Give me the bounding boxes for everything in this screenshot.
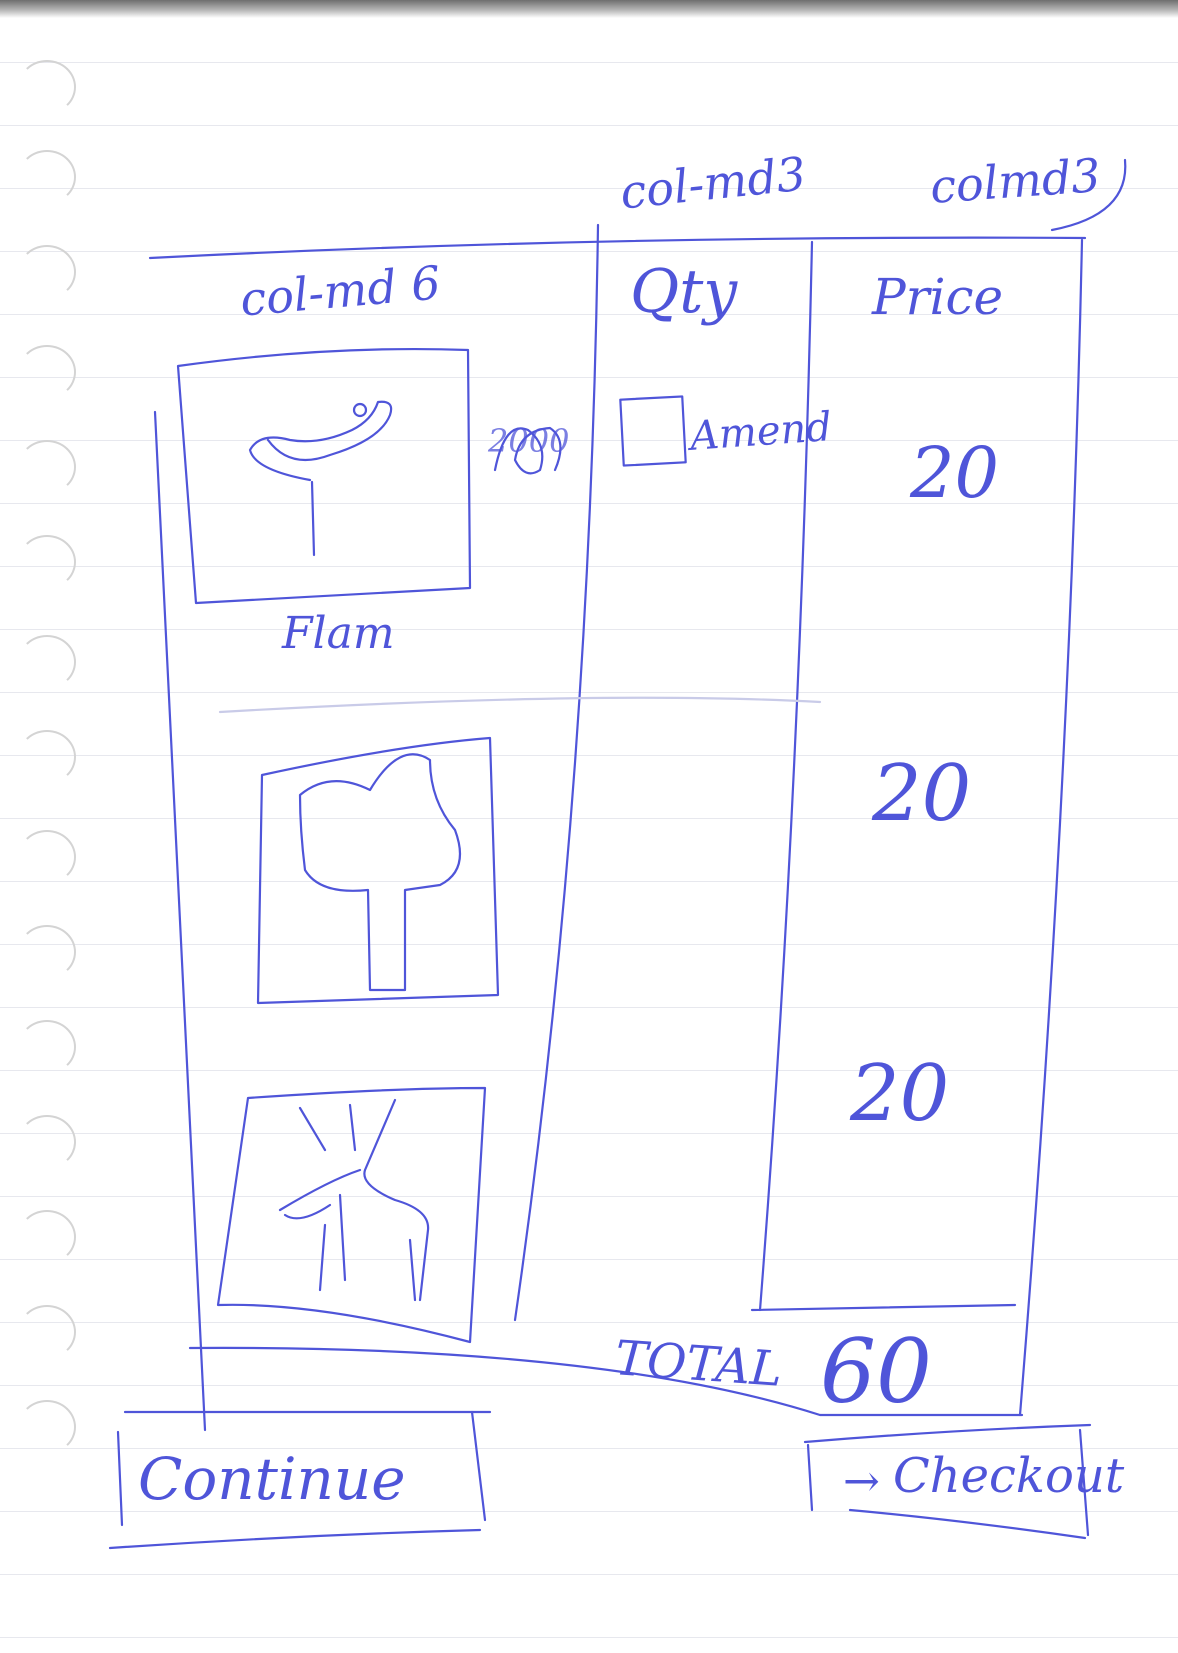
continue-button-label: Continue <box>138 1445 406 1513</box>
qty-column-header: Qty <box>630 257 738 327</box>
product-name: Flam <box>282 608 395 659</box>
wireframe-sketch <box>108 158 1127 1550</box>
amend-checkbox <box>619 395 687 467</box>
tree-icon <box>256 736 500 1005</box>
qty-value: 2000 <box>488 422 570 460</box>
col-md3-annotation-price: colmd3 <box>928 148 1103 214</box>
total-value: 60 <box>820 1320 932 1423</box>
checkout-button-label: Checkout <box>893 1448 1125 1504</box>
price-value: 20 <box>910 432 1000 514</box>
price-value: 20 <box>872 749 972 839</box>
qty-column-left-divider <box>513 223 600 1322</box>
flamingo-icon <box>176 347 472 605</box>
price-column-left-divider <box>758 240 814 1312</box>
amend-link[interactable]: Amend <box>689 404 834 460</box>
deer-icon <box>216 1086 487 1344</box>
price-value: 20 <box>850 1049 950 1139</box>
row-separator <box>218 696 822 714</box>
total-label: TOTAL <box>613 1330 785 1398</box>
arrow-right-icon: → <box>843 1456 880 1507</box>
price-column-header: Price <box>872 268 1004 326</box>
continue-button[interactable]: Continue <box>118 1415 488 1535</box>
cart-table-left-border <box>153 410 207 1432</box>
checkout-button[interactable]: → Checkout <box>808 1440 1124 1530</box>
cart-table-right-border <box>1018 238 1084 1417</box>
cart-table-top-border <box>148 236 1087 260</box>
price-column-bottom <box>750 1303 1017 1312</box>
